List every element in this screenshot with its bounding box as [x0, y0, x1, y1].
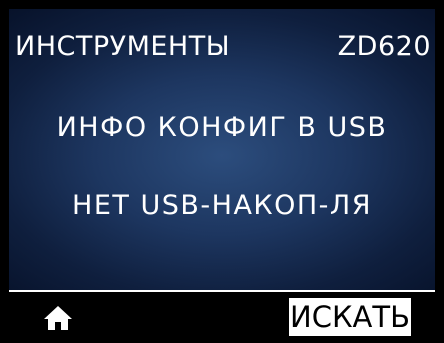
usb-status-text: НЕТ USB-НАКОП-ЛЯ [72, 190, 372, 221]
home-button[interactable] [44, 305, 72, 331]
menu-title: ИНСТРУМЕНТЫ [15, 31, 231, 62]
search-button[interactable]: ИСКАТЬ [289, 298, 411, 336]
footer-divider [9, 290, 435, 292]
printer-model: ZD620 [337, 31, 431, 62]
menu-item-config-usb[interactable]: ИНФО КОНФИГ В USB [9, 112, 435, 143]
home-icon [44, 306, 72, 330]
printer-screen: ИНСТРУМЕНТЫ ZD620 ИНФО КОНФИГ В USB НЕТ … [0, 0, 444, 343]
display-panel: ИНСТРУМЕНТЫ ZD620 ИНФО КОНФИГ В USB НЕТ … [9, 9, 435, 291]
